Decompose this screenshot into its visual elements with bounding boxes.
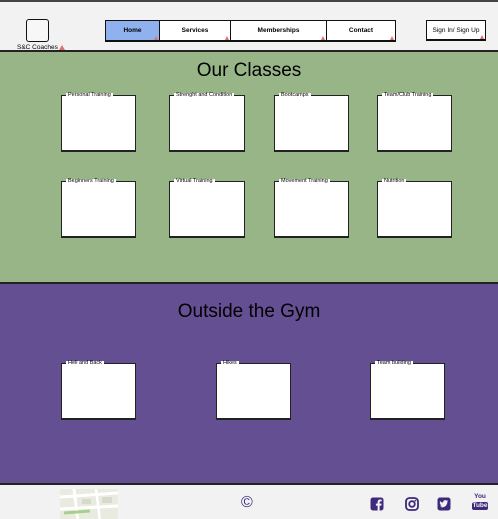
twitter-icon[interactable] [437,497,451,511]
site-header: S&C Coaches Home Services Memberships Co… [0,0,498,52]
outside-card-hell-and-back[interactable]: Hell and Back [61,360,136,420]
classes-section: Our Classes Personal Training Strenght a… [0,52,498,282]
class-card-label: Personal Training [66,92,113,99]
warning-icon [58,45,65,50]
outside-card-hikes[interactable]: Hikes [216,360,291,420]
signin-label: Sign In/ Sign Up [432,26,480,34]
nav-home[interactable]: Home [106,21,160,40]
youtube-icon-text-bottom: Tube [472,501,488,510]
nav-services[interactable]: Services [160,21,231,40]
class-card-label: Strenght and Condition [174,92,235,99]
nav-services-label: Services [181,27,209,34]
class-card-bootcamps[interactable]: Bootcamps [274,92,349,152]
youtube-icon[interactable]: You Tube [472,493,488,512]
nav-memberships[interactable]: Memberships [231,21,327,40]
class-card-label: Virtual Training [174,178,215,185]
class-card-strength[interactable]: Strenght and Condition [169,92,245,152]
outside-card-team-building[interactable]: Team building [370,360,445,420]
logo[interactable] [26,19,49,42]
outside-card-label: Team building [375,360,413,367]
resize-handle-icon [480,35,484,39]
main-nav: Home Services Memberships Contact [105,20,396,42]
signin-button[interactable]: Sign In/ Sign Up [426,20,486,41]
class-card-personal-training[interactable]: Personal Training [61,92,136,152]
class-card-virtual[interactable]: Virtual Training [169,178,245,238]
nav-contact[interactable]: Contact [327,21,395,40]
map-thumbnail[interactable] [60,489,118,519]
site-footer: © You Tube [0,483,498,519]
classes-title: Our Classes [196,60,302,81]
nav-home-label: Home [123,27,142,34]
copyright-symbol: © [241,494,253,511]
class-card-beginners[interactable]: Beginners Training [61,178,136,238]
class-card-team-club[interactable]: Team/Club Training [377,92,452,152]
facebook-icon[interactable] [370,497,384,511]
outside-card-label: Hell and Back [66,360,104,367]
outside-section: Outside the Gym Hell and Back Hikes Team… [0,282,498,483]
youtube-icon-text-top: You [474,493,486,500]
resize-handle-icon [321,36,325,40]
class-card-movement[interactable]: Movement Training [274,178,349,238]
instagram-icon[interactable] [405,497,419,511]
class-card-nutrition[interactable]: Nutrition [377,178,452,238]
resize-handle-icon [390,36,394,40]
nav-contact-label: Contact [348,27,374,34]
outside-title: Outside the Gym [177,301,321,322]
resize-handle-icon [154,36,158,40]
resize-handle-icon [225,36,229,40]
logo-label: S&C Coaches [17,44,65,51]
class-card-label: Nutrition [382,178,407,185]
outside-card-label: Hikes [221,360,239,367]
class-card-label: Team/Club Training [382,92,434,99]
class-card-label: Beginners Training [66,178,116,185]
nav-memberships-label: Memberships [257,27,300,34]
class-card-label: Bootcamps [279,92,311,99]
class-card-label: Movement Training [279,178,330,185]
